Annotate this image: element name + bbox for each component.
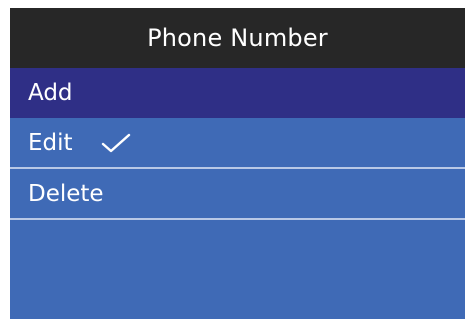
action-menu: Add Edit Delete — [10, 68, 465, 315]
menu-item-edit[interactable]: Edit — [10, 118, 465, 169]
menu-item-delete[interactable]: Delete — [10, 169, 465, 220]
phone-number-menu-screen: Phone Number Add Edit Delete — [10, 8, 465, 319]
checkmark-icon — [101, 133, 130, 152]
screen-title: Phone Number — [147, 24, 328, 52]
empty-menu-area — [10, 220, 465, 315]
menu-item-edit-label: Edit — [28, 129, 73, 156]
menu-item-add[interactable]: Add — [10, 68, 465, 118]
title-bar: Phone Number — [10, 8, 465, 68]
menu-item-delete-label: Delete — [28, 180, 104, 207]
menu-item-add-label: Add — [28, 80, 73, 106]
